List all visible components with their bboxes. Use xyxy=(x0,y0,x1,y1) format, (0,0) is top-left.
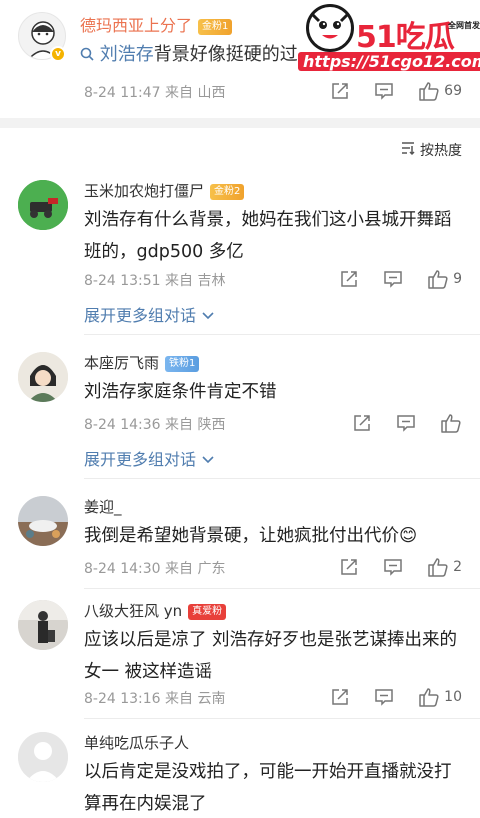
share-button[interactable] xyxy=(339,557,359,577)
post-text-tail: 过 xyxy=(279,44,298,65)
search-topic-link[interactable]: 刘浩存 xyxy=(100,44,154,65)
commenter-name[interactable]: 姜迎_ xyxy=(84,496,122,517)
like-button[interactable]: 10 xyxy=(418,686,462,708)
like-icon xyxy=(418,80,440,102)
mascot-icon xyxy=(306,4,354,52)
post-actions: 69 xyxy=(312,80,462,102)
share-icon xyxy=(339,557,359,577)
comment-icon xyxy=(383,269,403,289)
like-count: 10 xyxy=(444,689,462,705)
fan-badge: 真爱粉 xyxy=(188,603,227,620)
comment-meta: 8-24 13:51 来自 吉林 xyxy=(84,273,226,289)
commenter-avatar[interactable] xyxy=(18,352,68,402)
sort-label: 按热度 xyxy=(420,143,462,159)
commenter-avatar[interactable] xyxy=(18,180,68,230)
comment-button[interactable] xyxy=(374,81,394,101)
comment-actions: 9 xyxy=(321,268,462,290)
share-button[interactable] xyxy=(330,81,350,101)
comment-divider xyxy=(84,478,480,479)
like-icon xyxy=(418,686,440,708)
like-button[interactable]: 69 xyxy=(418,80,462,102)
commenter-name[interactable]: 八级大狂风 yn 真爱粉 xyxy=(84,600,227,621)
expand-label: 展开更多组对话 xyxy=(84,450,197,469)
sort-toggle[interactable]: 按热度 xyxy=(400,140,462,160)
share-button[interactable] xyxy=(339,269,359,289)
comment-body: 刘浩存家庭条件肯定不错 xyxy=(84,382,277,402)
comment-actions xyxy=(334,412,462,434)
like-icon xyxy=(440,412,462,434)
chevron-down-icon xyxy=(201,450,215,469)
comment-icon xyxy=(383,557,403,577)
commenter-avatar[interactable] xyxy=(18,496,68,546)
post-author-name[interactable]: 德玛西亚上分了 金粉1 xyxy=(80,12,233,36)
watermark-brand: 51吃瓜 xyxy=(356,20,455,55)
reply-button[interactable] xyxy=(383,269,403,289)
watermark-url: https://51cgo12.com xyxy=(298,52,480,71)
section-separator xyxy=(0,118,480,128)
like-button[interactable]: 9 xyxy=(427,268,462,290)
commenter-name[interactable]: 本座厉飞雨 铁粉1 xyxy=(84,352,200,373)
like-button[interactable] xyxy=(440,412,462,434)
post-meta: 8-24 11:47 来自 山西 xyxy=(84,85,226,101)
verified-badge-icon: v xyxy=(50,46,66,62)
share-icon xyxy=(330,687,350,707)
comment-actions: 2 xyxy=(321,556,462,578)
commenter-avatar[interactable] xyxy=(18,600,68,650)
comment-icon xyxy=(374,81,394,101)
reply-button[interactable] xyxy=(383,557,403,577)
like-button[interactable]: 2 xyxy=(427,556,462,578)
comment-body: 应该以后是凉了 刘浩存好歹也是张艺谋捧出来的女一 被这样造谣 xyxy=(84,630,458,682)
like-count: 69 xyxy=(444,83,462,99)
post-author-label: 德玛西亚上分了 xyxy=(80,16,193,35)
post-text-rest: 背景好像挺硬的 xyxy=(153,44,280,65)
comment-icon xyxy=(374,687,394,707)
commenter-avatar[interactable] xyxy=(18,732,68,782)
watermark-logo: 51吃瓜 全网首发 https://51cgo12.com xyxy=(298,2,480,74)
comment-actions: 10 xyxy=(312,686,462,708)
fan-badge: 铁粉1 xyxy=(165,355,200,372)
comment-body: 以后肯定是没戏拍了，可能一开始开直播就没打算再在内娱混了 xyxy=(84,762,452,814)
comment-divider xyxy=(84,334,480,335)
share-icon xyxy=(330,81,350,101)
watermark-tag: 全网首发 xyxy=(448,21,480,30)
commenter-name-label: 本座厉飞雨 xyxy=(84,354,160,372)
commenter-name-label: 八级大狂风 yn xyxy=(84,602,183,620)
comment-meta: 8-24 13:16 来自 云南 xyxy=(84,691,226,707)
commenter-name-label: 玉米加农炮打僵尸 xyxy=(84,182,205,200)
reply-button[interactable] xyxy=(374,687,394,707)
search-icon[interactable] xyxy=(80,44,100,65)
expand-label: 展开更多组对话 xyxy=(84,306,197,325)
comment-body: 我倒是希望她背景硬，让她疯批付出代价😊 xyxy=(84,526,418,546)
post-text: 刘浩存背景好像挺硬的过 xyxy=(80,40,298,66)
like-count: 2 xyxy=(453,559,462,575)
reply-button[interactable] xyxy=(396,413,416,433)
commenter-name[interactable]: 单纯吃瓜乐子人 xyxy=(84,732,189,753)
comment-divider xyxy=(84,718,480,719)
comment-meta: 8-24 14:36 来自 陕西 xyxy=(84,417,226,433)
chevron-down-icon xyxy=(201,306,215,325)
commenter-name[interactable]: 玉米加农炮打僵尸 金粉2 xyxy=(84,180,245,201)
share-icon xyxy=(352,413,372,433)
comment-meta: 8-24 14:30 来自 广东 xyxy=(84,561,226,577)
expand-replies-link[interactable]: 展开更多组对话 xyxy=(84,302,215,326)
fan-badge: 金粉1 xyxy=(198,18,233,35)
like-icon xyxy=(427,268,449,290)
original-post: v 德玛西亚上分了 金粉1 刘浩存背景好像挺硬的过 8-24 11:47 来自 山… xyxy=(0,0,480,118)
share-button[interactable] xyxy=(330,687,350,707)
share-icon xyxy=(339,269,359,289)
comment-divider xyxy=(84,588,480,589)
share-button[interactable] xyxy=(352,413,372,433)
expand-replies-link[interactable]: 展开更多组对话 xyxy=(84,446,215,470)
comment-body: 刘浩存有什么背景，她妈在我们这小县城开舞蹈班的，gdp500 多亿 xyxy=(84,210,452,262)
fan-badge: 金粉2 xyxy=(210,183,245,200)
like-icon xyxy=(427,556,449,578)
comment-icon xyxy=(396,413,416,433)
sort-icon xyxy=(400,140,420,160)
like-count: 9 xyxy=(453,271,462,287)
